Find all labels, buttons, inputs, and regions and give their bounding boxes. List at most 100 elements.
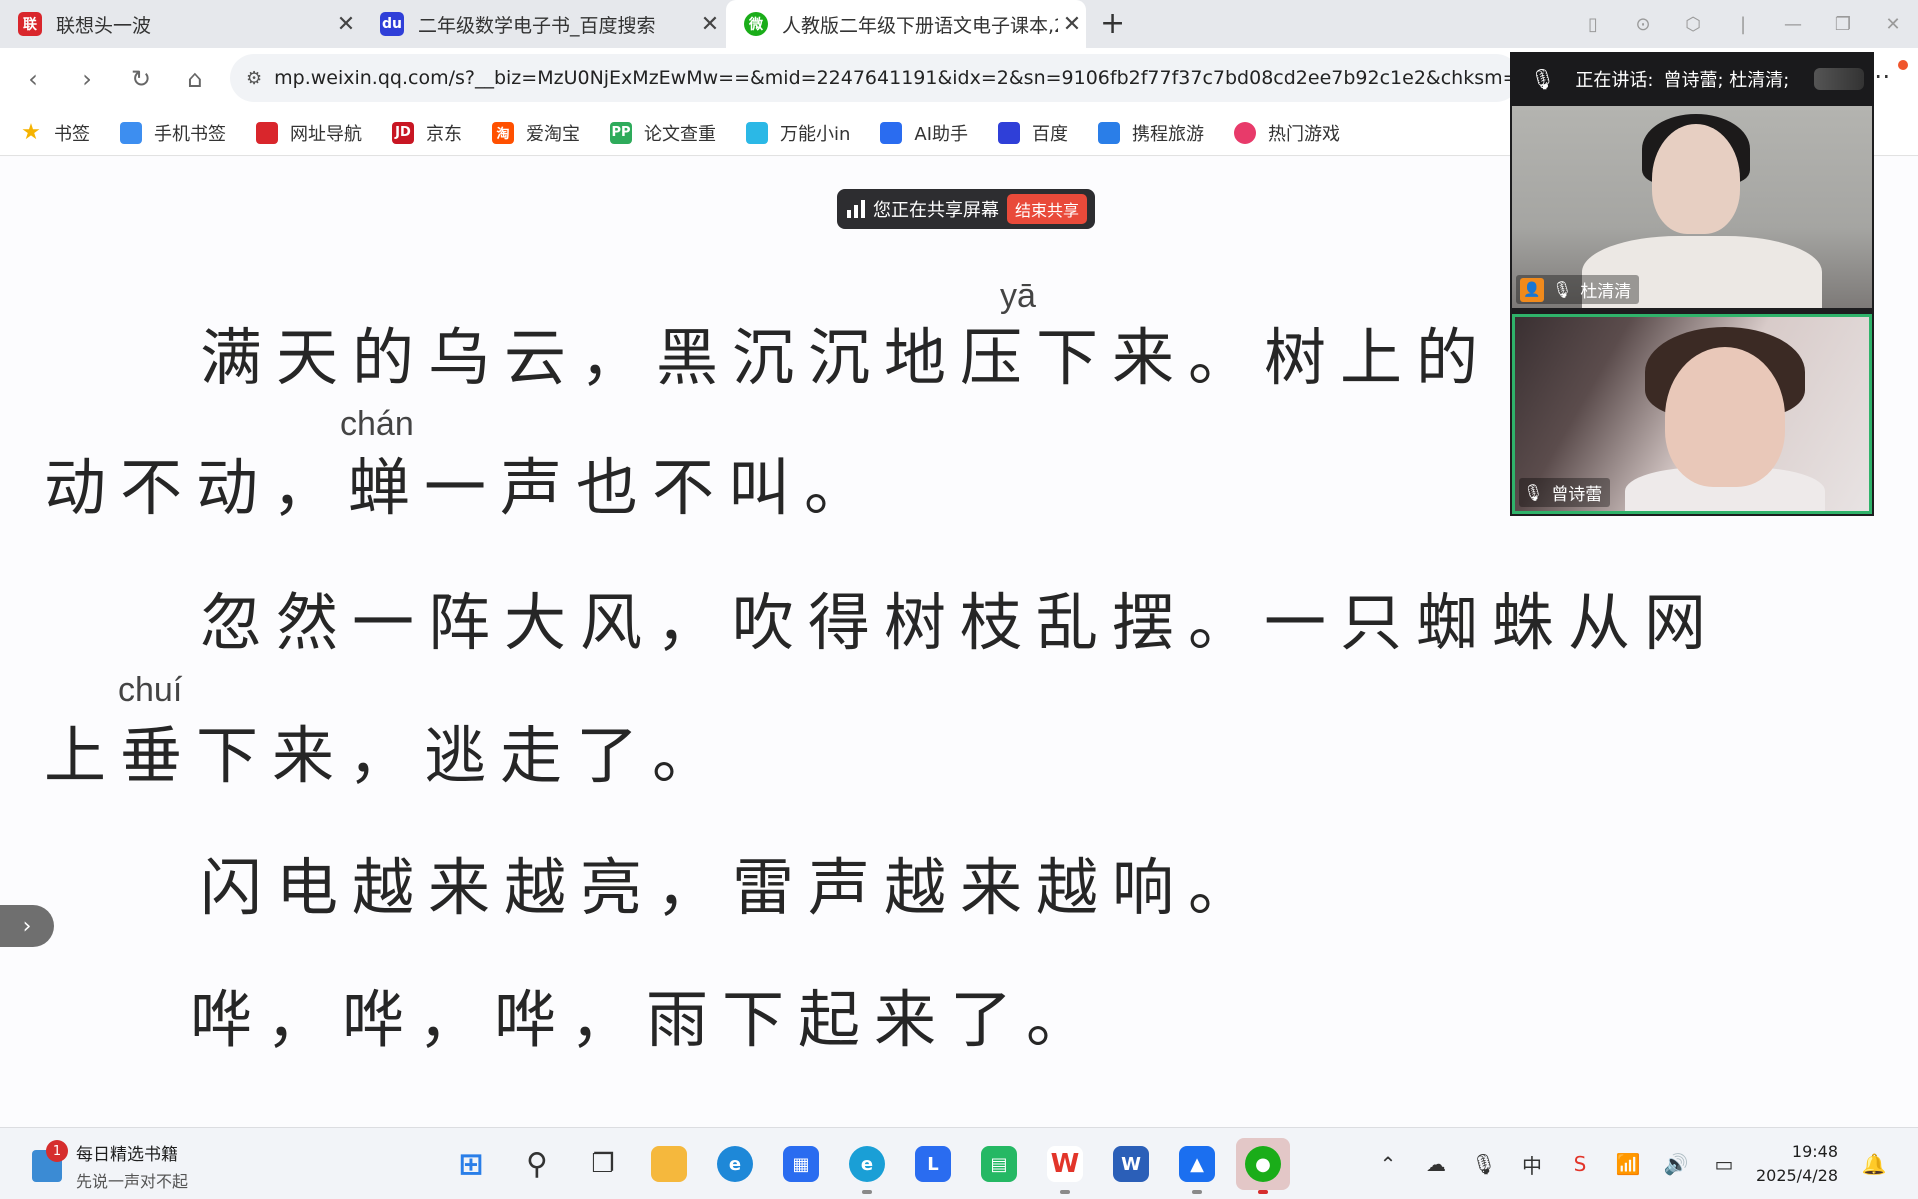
person-silhouette [1665,347,1785,487]
input-method-icon[interactable]: 中 [1508,1150,1556,1179]
window-close-icon[interactable]: ✕ [1868,14,1918,35]
task-view-button[interactable]: ❐ [576,1138,630,1190]
system-tray: ⌃ ☁ 🎙 中 S 📶 🔊 ▭ 19:48 2025/4/28 🔔 [1364,1128,1898,1199]
lesson-text-line: 哗，哗，哗，雨下起来了。 [190,983,1103,1056]
chevron-up-icon[interactable]: ⌃ [1364,1152,1412,1176]
tab-lenovo[interactable]: 联 联想头一波 ✕ [0,0,360,48]
battery-icon[interactable]: ▭ [1700,1152,1748,1176]
lenovo-app-button[interactable]: L [906,1138,960,1190]
site-info-icon[interactable]: ⚙ [246,68,274,89]
notification-badge: 1 [46,1140,68,1162]
search-button[interactable]: ⚲ [510,1138,564,1190]
stop-share-button[interactable]: 结束共享 [1007,194,1088,224]
running-indicator [862,1190,872,1194]
reader-button[interactable]: ▤ [972,1138,1026,1190]
meeting-video-panel: 🎙 正在讲话: 曾诗蕾; 杜清清; 👤 🎙 杜清清 🎙 曾诗蕾 [1510,52,1874,516]
lesson-text-line: 闪电越来越亮，雷声越来越响。 [200,851,1265,924]
meeting-app-icon: ▲ [1179,1146,1215,1182]
games-icon [1234,121,1257,144]
wechat-button[interactable]: ● [1236,1138,1290,1194]
signal-bars-icon [847,200,865,218]
edge-button[interactable]: e [708,1138,762,1190]
nav-site-icon [256,121,278,144]
host-icon: 👤 [1520,277,1544,302]
bookmark-item[interactable]: 携程旅游 [1098,120,1204,146]
bookmark-item[interactable]: JD 京东 [392,120,462,146]
participant-video[interactable]: 👤 🎙 杜清清 [1512,106,1872,308]
panel-handle[interactable] [1814,68,1864,90]
reader-icon: ▤ [981,1146,1017,1182]
minimize-icon[interactable]: — [1768,14,1818,35]
edge-ai-button[interactable]: e [840,1138,894,1194]
sidebar-icon[interactable]: ▯ [1568,14,1618,35]
bookmark-item[interactable]: 淘爱淘宝 [492,120,580,146]
volume-icon[interactable]: 🔊 [1652,1152,1700,1176]
bookmark-item[interactable]: 手机书签 [120,120,226,146]
news-title: 每日精选书籍 [76,1145,178,1165]
start-button[interactable]: ⊞ [444,1138,498,1190]
home-icon[interactable]: ⌂ [168,65,222,93]
tab-title: 二年级数学电子书_百度搜索 [418,14,656,37]
bookmark-item[interactable]: 万能小in [746,120,850,146]
participant-name: 曾诗蕾 [1551,485,1603,505]
folder-icon [651,1146,687,1182]
lesson-text-line: 动不动，蝉一声也不叫。 [44,451,881,524]
bookmark-item[interactable]: AI助手 [880,120,968,146]
bookmark-item[interactable]: PP 论文查重 [610,120,716,146]
forward-icon[interactable]: › [60,65,114,93]
share-status: 您正在共享屏幕 [873,200,999,221]
news-widget[interactable]: 1 每日精选书籍 先说一声对不起 [32,1140,188,1192]
extensions-icon[interactable]: ⬡ [1668,14,1718,35]
url-text: mp.weixin.qq.com/s?__biz=MzU0NjExMzEwMw=… [274,67,1520,89]
participant-name-tag: 👤 🎙 杜清清 [1516,275,1640,304]
tab-title: 联想头一波 [56,14,152,37]
wechat-favicon-icon: 微 [744,12,768,36]
restore-icon[interactable]: ❐ [1818,14,1868,35]
lenovo-app-icon: L [915,1146,951,1182]
divider: | [1739,13,1747,35]
notification-center-icon[interactable]: 🔔 [1850,1152,1898,1176]
bookmark-item[interactable]: 热门游戏 [1234,120,1340,146]
word-icon: W [1113,1146,1149,1182]
taskbar-apps: ⊞ ⚲ ❐ e ▦ e L ▤ W W ▲ ● [444,1138,1302,1194]
incognito-icon[interactable]: ⊙ [1618,14,1668,35]
close-icon[interactable]: ✕ [332,12,360,37]
bookmark-item[interactable]: 百度 [998,120,1068,146]
running-indicator [1060,1190,1070,1194]
expand-sidebar-button[interactable]: › [0,905,54,947]
close-icon[interactable]: ✕ [1058,12,1086,37]
baidu-icon [998,121,1021,144]
address-input[interactable]: ⚙ mp.weixin.qq.com/s?__biz=MzU0NjExMzEwM… [230,54,1520,102]
cloud-icon[interactable]: ☁ [1412,1152,1460,1176]
paper-check-icon: PP [610,121,632,144]
new-tab-plus-icon[interactable]: + [1100,6,1125,41]
participant-video-active-speaker[interactable]: 🎙 曾诗蕾 [1512,314,1872,514]
notification-dot [1898,60,1908,70]
chevron-right-icon: › [22,913,32,939]
reload-icon[interactable]: ↻ [114,65,168,93]
word-button[interactable]: W [1104,1138,1158,1190]
person-silhouette [1652,124,1740,234]
wps-button[interactable]: W [1038,1138,1092,1194]
lenovo-favicon-icon: 联 [18,12,42,36]
microphone-icon: 🎙 [1523,483,1544,502]
book-icon: 1 [32,1140,68,1182]
bookmark-item[interactable]: ★ 书签 [20,120,90,146]
clock[interactable]: 19:48 2025/4/28 [1756,1140,1838,1188]
sogou-icon[interactable]: S [1556,1152,1604,1176]
edge-ai-icon: e [849,1146,885,1182]
wps-icon: W [1047,1146,1083,1182]
back-icon[interactable]: ‹ [6,65,60,93]
close-icon[interactable]: ✕ [696,12,724,37]
meeting-app-button[interactable]: ▲ [1170,1138,1224,1194]
microphone-icon[interactable]: 🎙 [1460,1152,1508,1176]
taobao-icon: 淘 [492,121,514,144]
jd-icon: JD [392,121,414,144]
wifi-icon[interactable]: 📶 [1604,1152,1652,1176]
tab-wechat-article[interactable]: 微 人教版二年级下册语文电子课本,2( ✕ [726,0,1086,48]
bookmark-item[interactable]: 网址导航 [256,120,362,146]
file-explorer-button[interactable] [642,1138,696,1190]
tab-title: 人教版二年级下册语文电子课本,2( [782,14,1058,37]
store-button[interactable]: ▦ [774,1138,828,1190]
tab-baidu-search[interactable]: du 二年级数学电子书_百度搜索 ✕ [362,0,724,48]
